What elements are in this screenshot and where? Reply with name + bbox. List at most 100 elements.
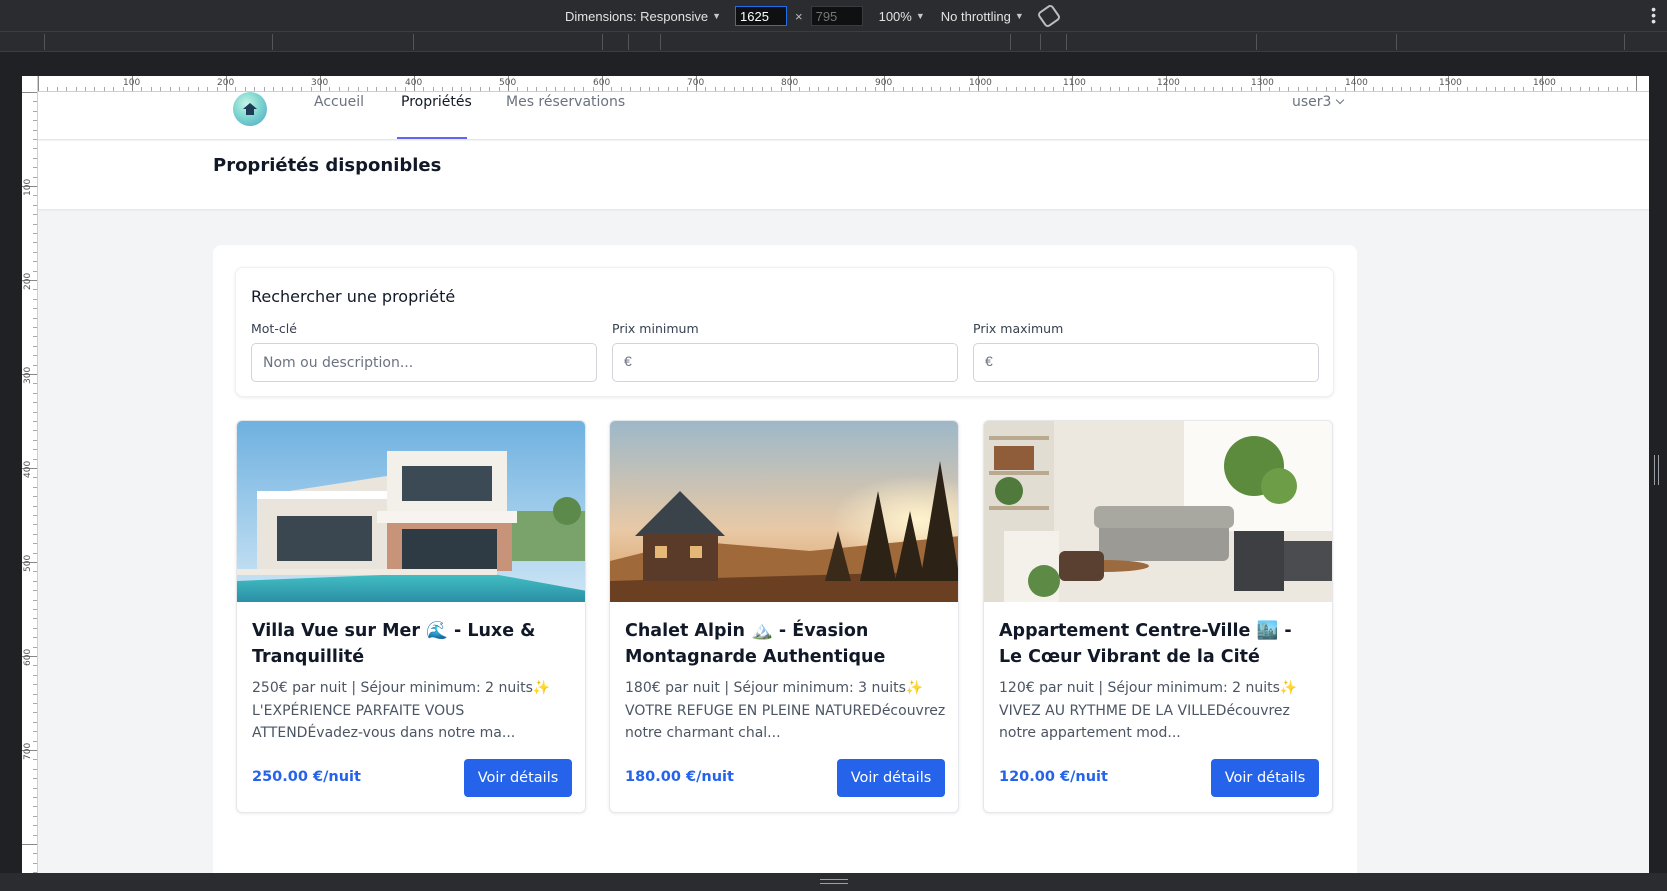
ruler-label: 1500 (1439, 78, 1462, 88)
property-description: 120€ par nuit | Séjour minimum: 2 nuits✨… (999, 680, 1298, 741)
ruler-minor-tick (1109, 87, 1111, 91)
property-card[interactable]: Chalet Alpin 🏔️ - Évasion Montagnarde Au… (609, 420, 959, 813)
ruler-minor-tick (489, 87, 491, 91)
ruler-minor-tick (931, 87, 932, 91)
ruler-minor-tick (1485, 87, 1487, 91)
ruler-minor-tick (1382, 87, 1384, 91)
mq-divider (1256, 34, 1257, 50)
mq-divider (413, 34, 414, 50)
mq-divider (602, 34, 603, 50)
ruler-minor-tick (1598, 87, 1600, 91)
ruler-minor-tick (33, 251, 37, 253)
ruler-minor-tick (33, 383, 37, 385)
keyword-input[interactable] (251, 343, 597, 382)
ruler-minor-tick (442, 87, 444, 91)
ruler-minor-tick (33, 815, 37, 817)
search-panel: Rechercher une propriété Mot-clé Prix mi… (235, 267, 1334, 397)
property-card[interactable]: Appartement Centre-Ville 🏙️ - Le Cœur Vi… (983, 420, 1333, 813)
min-price-field: Prix minimum € (612, 321, 958, 382)
kebab-icon[interactable]: • • • (1651, 2, 1656, 28)
throttling-dropdown[interactable]: No throttling ▼ (941, 9, 1024, 24)
mq-divider (1624, 34, 1625, 50)
ruler-minor-tick (912, 87, 914, 91)
ruler-minor-tick (33, 120, 37, 122)
ruler-minor-tick (1607, 87, 1609, 91)
ruler-minor-tick (33, 806, 37, 808)
zoom-dropdown[interactable]: 100% ▼ (879, 9, 925, 24)
ruler-minor-tick (1476, 87, 1478, 91)
dimensions-dropdown[interactable]: Dimensions: Responsive ▼ (565, 9, 721, 24)
caret-down-icon: ▼ (1014, 11, 1024, 21)
ruler-minor-tick (1410, 87, 1412, 91)
ruler-minor-tick (1372, 87, 1374, 91)
ruler-minor-tick (1466, 87, 1468, 91)
ruler-minor-tick (329, 87, 331, 91)
ruler-minor-tick (33, 552, 37, 554)
width-input[interactable] (735, 6, 787, 26)
ruler-minor-tick (33, 327, 37, 328)
max-price-field: Prix maximum € (973, 321, 1319, 382)
nav-link-accueil[interactable]: Accueil (314, 94, 364, 110)
ruler-minor-tick (385, 87, 387, 91)
ruler-label: 300 (23, 366, 33, 384)
ruler-minor-tick (207, 87, 209, 91)
navbar: Accueil Propriétés Mes réservations user… (38, 92, 1649, 140)
property-price: 250.00 €/nuit (252, 769, 361, 785)
ruler-minor-tick (33, 853, 37, 855)
ruler-minor-tick (1419, 87, 1421, 91)
property-card[interactable]: Villa Vue sur Mer 🌊 - Luxe & Tranquillit… (236, 420, 586, 813)
ruler-minor-tick (33, 486, 37, 488)
ruler-minor-tick (47, 87, 49, 91)
ruler-minor-tick (677, 87, 679, 91)
ruler-minor-tick (517, 87, 519, 91)
ruler-minor-tick (949, 87, 951, 91)
ruler-minor-tick (771, 87, 773, 91)
property-description: 250€ par nuit | Séjour minimum: 2 nuits✨… (252, 680, 551, 741)
view-details-button[interactable]: Voir détails (1211, 759, 1319, 797)
ruler-minor-tick (33, 515, 37, 516)
ruler-minor-tick (197, 87, 199, 91)
bottom-resize-bar (0, 873, 1667, 891)
ruler-minor-tick (733, 87, 735, 91)
ruler-minor-tick (395, 87, 397, 91)
logo-icon[interactable] (233, 92, 267, 126)
ruler-minor-tick (1194, 87, 1196, 91)
max-price-label: Prix maximum (973, 321, 1064, 336)
nav-link-mes-reservations[interactable]: Mes réservations (506, 94, 625, 110)
ruler-minor-tick (1147, 87, 1149, 91)
ruler-minor-tick (56, 87, 58, 91)
property-image-chalet (610, 421, 958, 602)
ruler-minor-tick (33, 712, 37, 714)
ruler-label: 200 (217, 78, 235, 88)
mq-divider (1010, 34, 1011, 50)
ruler-minor-tick (470, 87, 472, 91)
ruler-major-tick (22, 844, 37, 845)
vertical-ruler: 100 200 300 400 500 600 700 (22, 76, 38, 873)
ruler-major-tick (38, 76, 39, 91)
ruler-label: 1100 (1063, 78, 1086, 88)
resize-handle-right[interactable] (1654, 455, 1659, 485)
ruler-label: 100 (123, 78, 141, 88)
ruler-minor-tick (33, 148, 37, 150)
ruler-minor-tick (705, 87, 707, 91)
view-details-button[interactable]: Voir détails (464, 759, 572, 797)
max-price-input[interactable] (973, 343, 1319, 382)
ruler-minor-tick (33, 533, 37, 535)
ruler-minor-tick (33, 571, 37, 573)
ruler-minor-tick (573, 87, 575, 91)
user-menu[interactable]: user3 (1292, 94, 1345, 110)
ruler-minor-tick (1495, 87, 1496, 91)
min-price-input[interactable] (612, 343, 958, 382)
ruler-minor-tick (1090, 87, 1092, 91)
ruler-minor-tick (1560, 87, 1562, 91)
height-input[interactable] (810, 6, 863, 26)
resize-handle-bottom[interactable] (820, 879, 848, 884)
ruler-minor-tick (33, 402, 37, 404)
nav-link-proprietes[interactable]: Propriétés (401, 94, 472, 110)
ruler-minor-tick (461, 87, 462, 91)
ruler-minor-tick (179, 87, 180, 91)
ruler-minor-tick (33, 195, 37, 197)
rotate-icon[interactable] (1036, 3, 1062, 29)
view-details-button[interactable]: Voir détails (837, 759, 945, 797)
caret-down-icon: ▼ (915, 11, 925, 21)
